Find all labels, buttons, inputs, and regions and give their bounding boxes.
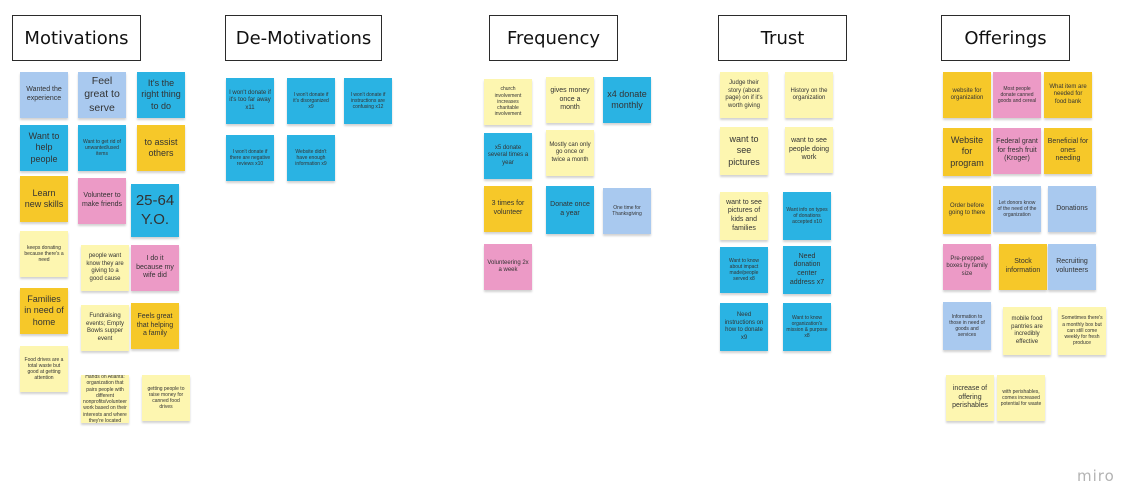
sticky-note[interactable]: Need instructions on how to donate x9 bbox=[720, 303, 768, 351]
sticky-note[interactable]: Fundraising events; Empty Bowls supper e… bbox=[81, 305, 129, 351]
sticky-note[interactable]: What item are needed for food bank bbox=[1044, 72, 1092, 118]
sticky-note[interactable]: One time for Thanksgiving bbox=[603, 188, 651, 234]
sticky-note[interactable]: Want to know organization's mission & pu… bbox=[783, 303, 831, 351]
sticky-note[interactable]: Order before going to there bbox=[943, 186, 991, 234]
sticky-note[interactable]: people want know they are giving to a go… bbox=[81, 245, 129, 291]
sticky-note[interactable]: Families in need of home bbox=[20, 288, 68, 334]
sticky-note[interactable]: Want info on types of donations accepted… bbox=[783, 192, 831, 240]
sticky-note[interactable]: with perishables, comes increased potent… bbox=[997, 375, 1045, 421]
sticky-note[interactable]: I won't donate if there are negative rev… bbox=[226, 135, 274, 181]
sticky-note[interactable]: Feel great to serve bbox=[78, 72, 126, 118]
sticky-note[interactable]: 25-64 Y.O. bbox=[131, 184, 179, 237]
sticky-note[interactable]: church involvement increases charitable … bbox=[484, 79, 532, 125]
sticky-note[interactable]: Want to get rid of unwanted/used items bbox=[78, 125, 126, 171]
sticky-note[interactable]: Most people donate canned goods and cere… bbox=[993, 72, 1041, 118]
sticky-note[interactable]: want to see people doing work bbox=[785, 127, 833, 173]
sticky-note[interactable]: Feels great that helping a family bbox=[131, 303, 179, 349]
sticky-note[interactable]: History on the organization bbox=[785, 72, 833, 118]
sticky-note[interactable]: Donations bbox=[1048, 186, 1096, 232]
sticky-note[interactable]: x5 donate several times a year bbox=[484, 133, 532, 179]
sticky-note[interactable]: Recruiting volunteers bbox=[1048, 244, 1096, 290]
sticky-note[interactable]: to assist others bbox=[137, 125, 185, 171]
sticky-note[interactable]: Want to help people bbox=[20, 125, 68, 171]
sticky-note[interactable]: Volunteering 2x a week bbox=[484, 244, 532, 290]
sticky-note[interactable]: Hands on Atlanta: organization that pair… bbox=[81, 375, 129, 423]
sticky-note[interactable]: website for organization bbox=[943, 72, 991, 118]
sticky-note[interactable]: I do it because my wife did bbox=[131, 245, 179, 291]
sticky-note[interactable]: Pre-prepped boxes by family size bbox=[943, 244, 991, 290]
header-motivations[interactable]: Motivations bbox=[12, 15, 141, 61]
sticky-note[interactable]: I won't donate if instructions are confu… bbox=[344, 78, 392, 124]
header-trust[interactable]: Trust bbox=[718, 15, 847, 61]
sticky-note[interactable]: Information to those in need of goods an… bbox=[943, 302, 991, 350]
sticky-note[interactable]: mobile food pantries are incredibly effe… bbox=[1003, 307, 1051, 355]
sticky-note[interactable]: Federal grant for fresh fruit (Kroger) bbox=[993, 128, 1041, 174]
sticky-note[interactable]: Want to know about impact made/people se… bbox=[720, 247, 768, 293]
sticky-note[interactable]: Stock information bbox=[999, 244, 1047, 290]
sticky-note[interactable]: I won't donate if it's too far away x11 bbox=[226, 78, 274, 124]
sticky-note[interactable]: Wanted the experience bbox=[20, 72, 68, 118]
sticky-note[interactable]: I won't donate if it's disorganized x9 bbox=[287, 78, 335, 124]
sticky-note[interactable]: Mostly can only go once or twice a month bbox=[546, 130, 594, 176]
sticky-note[interactable]: Website didn't have enough information x… bbox=[287, 135, 335, 181]
sticky-note[interactable]: 3 times for volunteer bbox=[484, 186, 532, 232]
sticky-note[interactable]: Judge their story (about page) on if it'… bbox=[720, 72, 768, 118]
sticky-note[interactable]: want to see pictures bbox=[720, 127, 768, 175]
sticky-note[interactable]: want to see pictures of kids and familie… bbox=[720, 192, 768, 240]
sticky-note[interactable]: Sometimes there's a monthly box but can … bbox=[1058, 307, 1106, 355]
sticky-note[interactable]: keeps donating because there's a need bbox=[20, 231, 68, 277]
sticky-note[interactable]: It's the right thing to do bbox=[137, 72, 185, 118]
header-demotivations[interactable]: De-Motivations bbox=[225, 15, 382, 61]
sticky-note[interactable]: x4 donate monthly bbox=[603, 77, 651, 123]
sticky-note[interactable]: Website for program bbox=[943, 128, 991, 176]
sticky-note[interactable]: getting people to raise money for canned… bbox=[142, 375, 190, 421]
sticky-note[interactable]: Food drives are a total waste but good a… bbox=[20, 346, 68, 392]
sticky-note[interactable]: increase of offering perishables bbox=[946, 375, 994, 421]
sticky-note[interactable]: gives money once a month bbox=[546, 77, 594, 123]
sticky-note[interactable]: Learn new skills bbox=[20, 176, 68, 222]
sticky-note[interactable]: Need donation center address x7 bbox=[783, 246, 831, 294]
sticky-note[interactable]: Volunteer to make friends bbox=[78, 178, 126, 224]
header-frequency[interactable]: Frequency bbox=[489, 15, 618, 61]
header-offerings[interactable]: Offerings bbox=[941, 15, 1070, 61]
sticky-note[interactable]: Beneficial for ones needing bbox=[1044, 128, 1092, 174]
sticky-note[interactable]: Donate once a year bbox=[546, 186, 594, 234]
sticky-note[interactable]: Let donors know of the need of the organ… bbox=[993, 186, 1041, 232]
miro-logo: miro bbox=[1077, 467, 1115, 485]
